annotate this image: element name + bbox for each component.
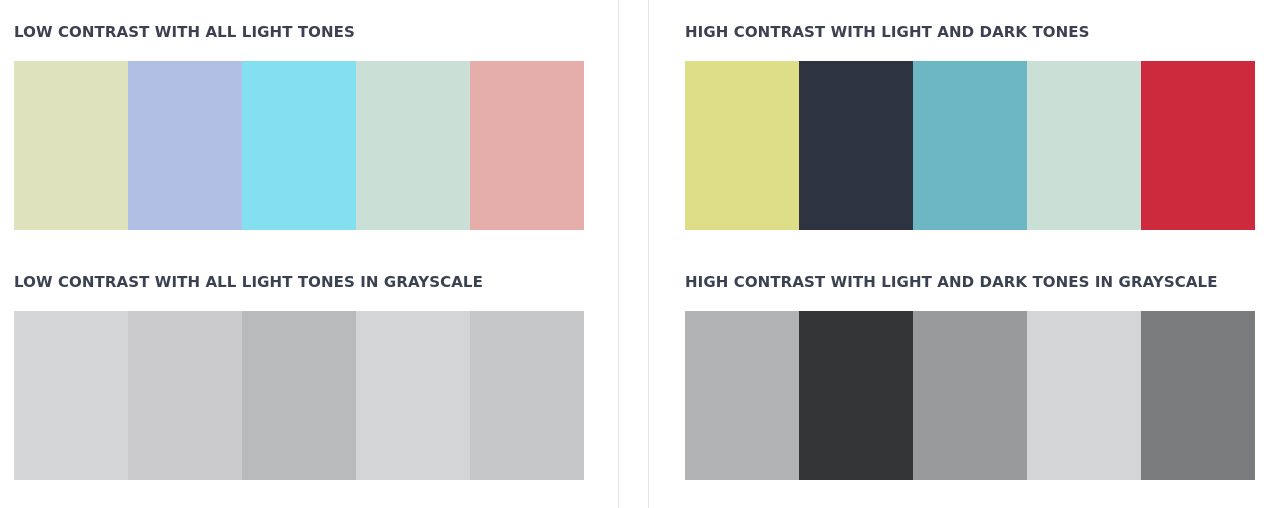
grayscale-swatch bbox=[799, 311, 913, 480]
palette-low-contrast-grayscale: LOW CONTRAST WITH ALL LIGHT TONES IN GRA… bbox=[14, 273, 584, 480]
grayscale-swatch bbox=[1141, 311, 1255, 480]
grayscale-swatch bbox=[685, 311, 799, 480]
palette-heading: HIGH CONTRAST WITH LIGHT AND DARK TONES bbox=[685, 23, 1090, 41]
grayscale-swatch bbox=[470, 311, 584, 480]
swatch-row bbox=[685, 311, 1255, 480]
palette-heading: LOW CONTRAST WITH ALL LIGHT TONES bbox=[14, 23, 355, 41]
color-swatch bbox=[356, 61, 470, 230]
palette-high-contrast-grayscale: HIGH CONTRAST WITH LIGHT AND DARK TONES … bbox=[685, 273, 1255, 480]
color-swatch bbox=[1141, 61, 1255, 230]
grayscale-swatch bbox=[913, 311, 1027, 480]
color-swatch bbox=[685, 61, 799, 230]
grayscale-swatch bbox=[128, 311, 242, 480]
color-swatch bbox=[799, 61, 913, 230]
grayscale-swatch bbox=[14, 311, 128, 480]
column-divider-right bbox=[648, 0, 649, 508]
grayscale-swatch bbox=[356, 311, 470, 480]
palette-high-contrast-color: HIGH CONTRAST WITH LIGHT AND DARK TONES bbox=[685, 23, 1255, 230]
color-swatch bbox=[242, 61, 356, 230]
palette-low-contrast-color: LOW CONTRAST WITH ALL LIGHT TONES bbox=[14, 23, 584, 230]
column-divider-left bbox=[618, 0, 619, 508]
color-swatch bbox=[14, 61, 128, 230]
swatch-row bbox=[14, 61, 584, 230]
color-swatch bbox=[1027, 61, 1141, 230]
swatch-row bbox=[685, 61, 1255, 230]
swatch-row bbox=[14, 311, 584, 480]
color-swatch bbox=[470, 61, 584, 230]
palette-heading: LOW CONTRAST WITH ALL LIGHT TONES IN GRA… bbox=[14, 273, 483, 291]
grayscale-swatch bbox=[242, 311, 356, 480]
palette-heading: HIGH CONTRAST WITH LIGHT AND DARK TONES … bbox=[685, 273, 1218, 291]
grayscale-swatch bbox=[1027, 311, 1141, 480]
color-swatch bbox=[128, 61, 242, 230]
color-swatch bbox=[913, 61, 1027, 230]
